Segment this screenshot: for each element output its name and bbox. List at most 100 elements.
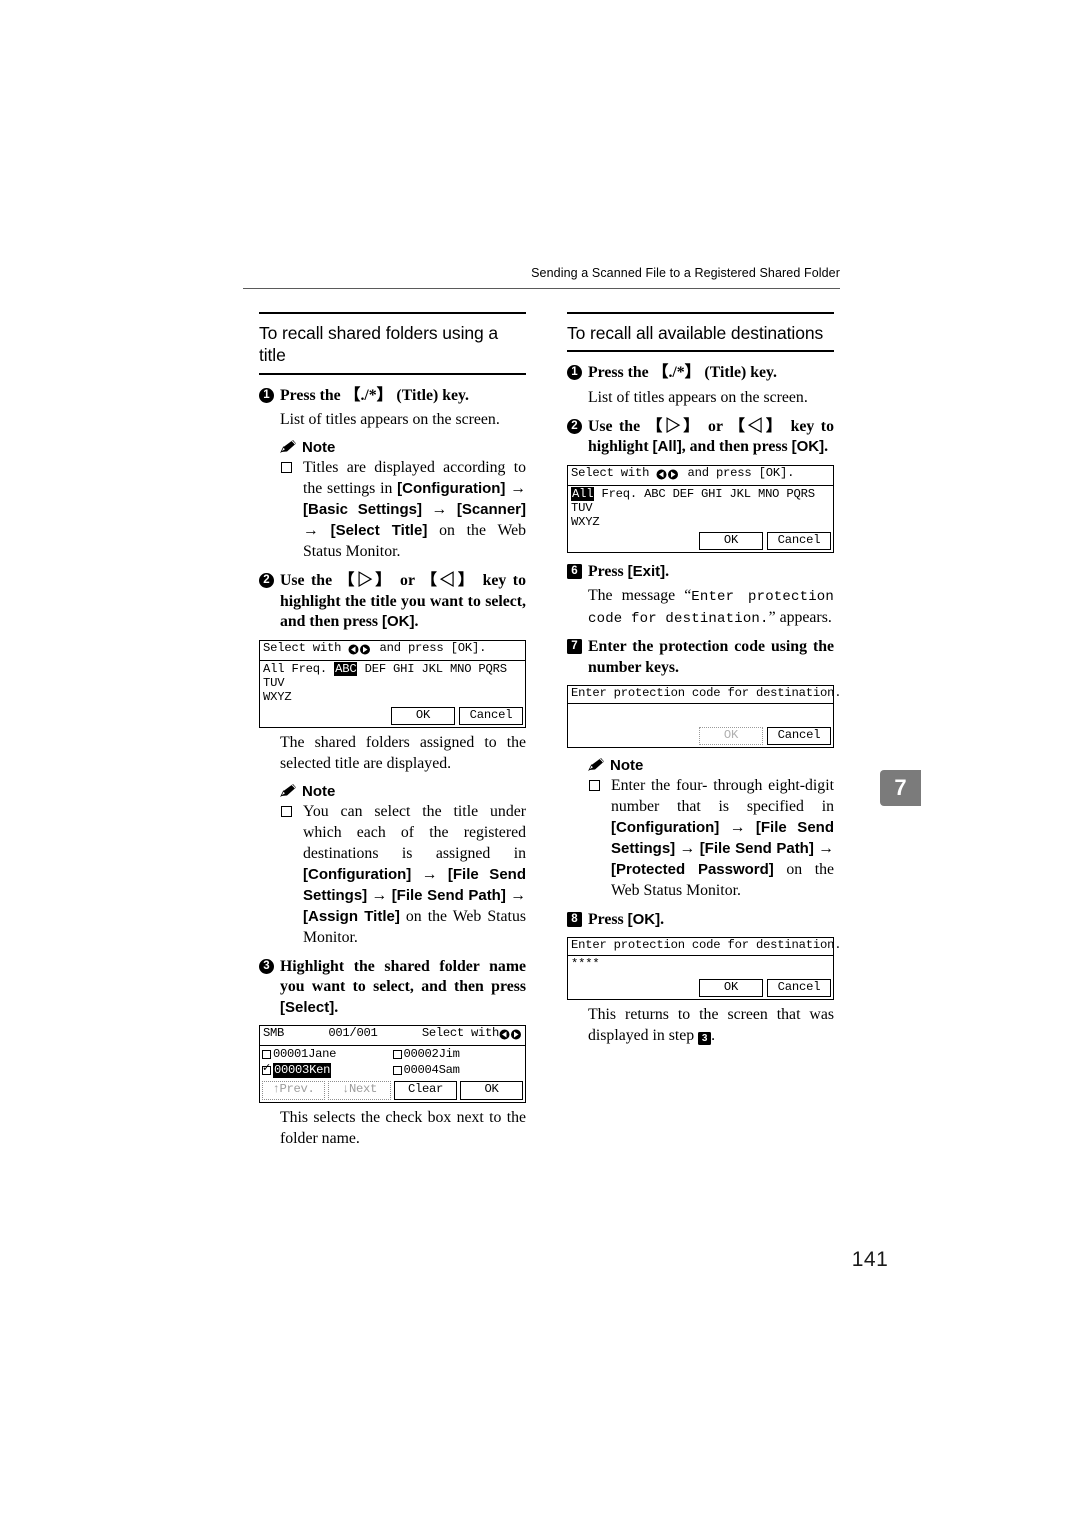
right-column: To recall all available destinations 1 P… bbox=[567, 312, 842, 1046]
list-item-label: 00001Jane bbox=[273, 1046, 337, 1061]
note-label: Note bbox=[302, 439, 336, 457]
right-step-8: 8 Press [OK]. bbox=[567, 910, 834, 931]
list-item[interactable]: 00001Jane bbox=[262, 1047, 393, 1062]
lcd-title-text-b: and press [OK]. bbox=[372, 640, 487, 655]
note-ref-configuration: [Configuration] bbox=[303, 865, 412, 883]
arrow-3: → bbox=[303, 522, 331, 540]
step-text: . bbox=[414, 613, 419, 631]
checkbox-icon[interactable] bbox=[262, 1049, 271, 1059]
step-text: or bbox=[701, 417, 730, 435]
all-key-ref: [All] bbox=[652, 438, 682, 456]
step-text: . bbox=[665, 562, 670, 580]
lcd-filter-highlighted[interactable]: ABC bbox=[334, 661, 358, 676]
step-text: . bbox=[660, 910, 665, 928]
lcd-filter-line2: WXYZ bbox=[571, 515, 600, 530]
step-text: Use the bbox=[588, 417, 647, 435]
step-text-tail: (Title) key. bbox=[392, 386, 469, 404]
lcd-protection-code-empty: Enter protection code for destination. O… bbox=[567, 685, 842, 748]
step-reference-badge: 3 bbox=[698, 1031, 712, 1045]
title-key-keycap: 【./*】 bbox=[652, 364, 701, 382]
checkbox-icon[interactable] bbox=[392, 1049, 402, 1059]
left-step-1-body: List of titles appears on the screen. bbox=[280, 411, 500, 429]
note-item-3: Enter the four- through eight-digit numb… bbox=[567, 775, 834, 901]
lcd-title-text-b: and press [OK]. bbox=[680, 465, 795, 480]
left-column: To recall shared folders using a title 1… bbox=[259, 312, 526, 1149]
lcd-button-row: OK Cancel bbox=[568, 530, 833, 552]
lcd-ok-button[interactable]: OK bbox=[699, 727, 763, 745]
dpad-icon bbox=[499, 1029, 523, 1043]
list-item-label: 00004Sam bbox=[403, 1063, 460, 1078]
note-text: You can select the title under which eac… bbox=[303, 802, 526, 862]
note-ref-assign-title: [Assign Title] bbox=[303, 907, 400, 925]
right-step-7: 7 Enter the protection code using the nu… bbox=[567, 637, 834, 678]
right-step-1-body: List of titles appears on the screen. bbox=[588, 388, 808, 406]
note-item-1: Titles are displayed according to the se… bbox=[259, 457, 526, 562]
step-text: Press bbox=[588, 910, 628, 928]
lcd-filter-line2: WXYZ bbox=[263, 690, 292, 705]
step-number-badge: 2 bbox=[567, 418, 582, 434]
step-number-badge: 7 bbox=[567, 639, 582, 655]
lcd-clear-button[interactable]: Clear bbox=[394, 1081, 457, 1100]
step-text: Press bbox=[588, 562, 628, 580]
pencil-icon bbox=[587, 757, 605, 773]
lcd-cancel-button[interactable]: Cancel bbox=[767, 531, 831, 550]
left-section-title: To recall shared folders using a title bbox=[259, 323, 499, 366]
arrow-2: → bbox=[421, 501, 457, 519]
arrow-1: → bbox=[411, 865, 448, 883]
step-text: or bbox=[393, 572, 422, 590]
lcd-next-button[interactable]: ↓Next bbox=[328, 1081, 391, 1100]
lcd-title-text-a: Select with bbox=[263, 640, 349, 655]
lcd-ok-button[interactable]: OK bbox=[699, 979, 763, 997]
step-text: . bbox=[824, 438, 829, 456]
list-item[interactable]: 00002Jim bbox=[392, 1046, 524, 1062]
step-number-badge: 1 bbox=[567, 365, 582, 381]
title-key-keycap: 【./*】 bbox=[344, 386, 393, 404]
lcd-ok-button[interactable]: OK bbox=[699, 531, 763, 550]
square-bullet-icon bbox=[589, 779, 600, 791]
arrow-1: → bbox=[719, 818, 756, 836]
list-item-label: 00002Jim bbox=[403, 1046, 460, 1061]
list-item-selected[interactable]: 00003Ken bbox=[262, 1062, 393, 1079]
note-ref-protected-password: [Protected Password] bbox=[611, 860, 774, 878]
lcd-smb-header: SMB 001/001 Select with bbox=[260, 1026, 525, 1046]
section-rule-top bbox=[567, 312, 834, 314]
section-rule-top bbox=[259, 312, 526, 314]
lcd-code-field[interactable] bbox=[568, 704, 833, 725]
select-key-ref: [Select] bbox=[280, 998, 335, 1016]
lcd-cancel-button[interactable]: Cancel bbox=[767, 727, 831, 745]
lcd-ok-button[interactable]: OK bbox=[391, 706, 455, 725]
lcd-smb-protocol: SMB bbox=[263, 1026, 285, 1041]
checkbox-checked-icon[interactable] bbox=[262, 1062, 271, 1076]
note-heading-3: Note bbox=[567, 757, 834, 774]
right-arrow-keycap: 【▷】 bbox=[338, 572, 394, 590]
right-step-1: 1 Press the 【./*】 (Title) key. bbox=[567, 363, 834, 384]
right-step-2: 2 Use the 【▷】 or 【◁】 key to highlight [A… bbox=[567, 417, 834, 458]
section-rule-bottom bbox=[567, 350, 834, 353]
lcd-cancel-button[interactable]: Cancel bbox=[459, 706, 523, 725]
ok-key-ref: [OK] bbox=[791, 438, 825, 456]
step-number-badge: 6 bbox=[567, 563, 582, 579]
left-step-2: 2 Use the 【▷】 or 【◁】 key to highlight th… bbox=[259, 571, 526, 633]
lcd-prev-button[interactable]: ↑Prev. bbox=[262, 1081, 325, 1100]
checkbox-icon[interactable] bbox=[392, 1066, 402, 1076]
lcd-code-field[interactable]: **** bbox=[568, 956, 833, 977]
left-body-2: The shared folders assigned to the selec… bbox=[280, 733, 526, 772]
lcd-filter-row: All Freq. ABC DEF GHI JKL MNO PQRS TUV W… bbox=[260, 661, 525, 705]
lcd-ok-button[interactable]: OK bbox=[460, 1081, 523, 1100]
lcd-filter-highlighted[interactable]: All bbox=[571, 486, 595, 501]
exit-key-ref: [Exit] bbox=[627, 562, 666, 580]
note-ref-configuration: [Configuration] bbox=[397, 480, 506, 498]
list-item[interactable]: 00004Sam bbox=[392, 1063, 524, 1078]
step-number-badge: 8 bbox=[567, 911, 582, 927]
step-text: Use the bbox=[280, 572, 339, 590]
lcd-filter-pre: All Freq. bbox=[263, 661, 335, 676]
right-arrow-keycap: 【▷】 bbox=[646, 417, 702, 435]
dpad-icon bbox=[348, 644, 372, 658]
lcd-smb-page-counter: 001/001 bbox=[328, 1026, 378, 1041]
lcd-title-text-a: Select with bbox=[571, 465, 657, 480]
left-arrow-keycap: 【◁】 bbox=[421, 572, 477, 590]
lcd-smb-button-row: ↑Prev. ↓Next Clear OK bbox=[260, 1080, 525, 1101]
step-text: Enter the protection code using the numb… bbox=[588, 638, 834, 676]
pencil-icon bbox=[279, 783, 297, 799]
lcd-cancel-button[interactable]: Cancel bbox=[767, 979, 831, 997]
